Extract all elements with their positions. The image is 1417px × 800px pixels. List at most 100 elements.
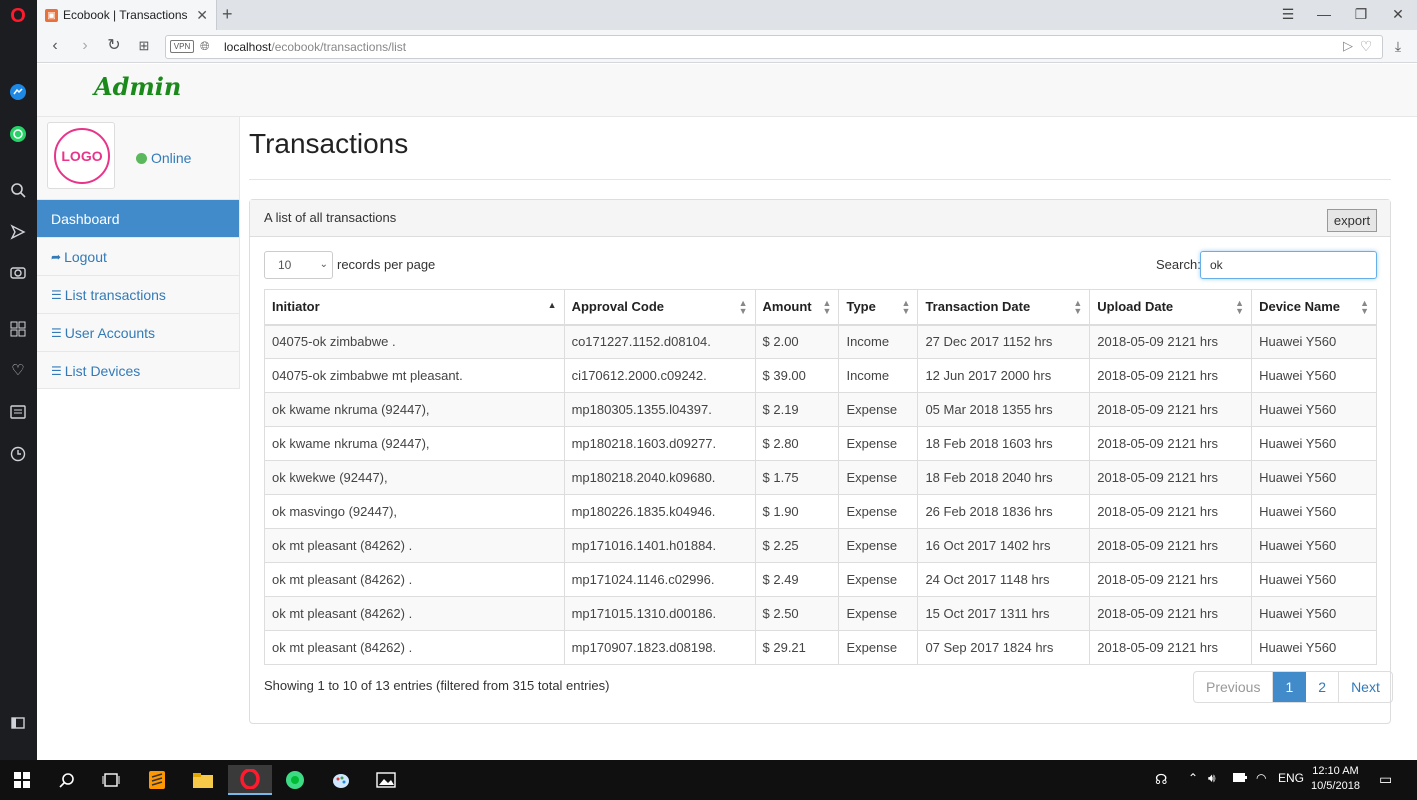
status-label: Online <box>151 150 192 166</box>
sidebar-item-logout[interactable]: ➦ Logout <box>37 237 239 275</box>
camera-icon[interactable] <box>8 262 28 282</box>
file-explorer-icon[interactable] <box>188 765 218 795</box>
vpn-badge[interactable]: VPN <box>170 40 194 53</box>
column-header-transaction-date[interactable]: Transaction Date ▲ ▼ <box>917 289 1091 326</box>
notifications-icon[interactable]: ▭ <box>1379 771 1392 788</box>
table-row[interactable]: ok mt pleasant (84262) . mp171016.1401.h0… <box>264 528 1377 563</box>
column-header-amount[interactable]: Amount ▲ ▼ <box>754 289 840 326</box>
forward-icon[interactable]: › <box>75 36 95 56</box>
sidebar-item-list-devices[interactable]: ☰ List Devices <box>37 351 239 389</box>
messenger-icon[interactable] <box>8 82 28 102</box>
table-cell: ci170612.2000.c09242. <box>563 358 756 393</box>
table-row[interactable]: ok masvingo (92447), mp180226.1835.k04946… <box>264 494 1377 529</box>
online-status: Online <box>136 150 191 166</box>
news-icon[interactable] <box>8 402 28 422</box>
table-cell: co171227.1152.d08104. <box>563 324 756 359</box>
column-header-label: Type <box>846 299 876 315</box>
table-cell: mp180305.1355.l04397. <box>563 392 756 427</box>
whatsapp-icon[interactable] <box>8 124 28 144</box>
table-cell: 05 Mar 2018 1355 hrs <box>917 392 1091 427</box>
tab-close-icon[interactable]: ✕ <box>196 7 208 24</box>
table-cell: $ 1.90 <box>754 494 840 529</box>
clock[interactable]: 12:10 AM 10/5/2018 <box>1311 764 1360 794</box>
photos-icon[interactable] <box>371 765 401 795</box>
restore-icon[interactable]: ❐ <box>1351 4 1371 24</box>
table-cell: 26 Feb 2018 1836 hrs <box>917 494 1091 529</box>
send-icon[interactable] <box>8 222 28 242</box>
previous-page-button[interactable]: Previous <box>1194 672 1274 702</box>
table-row[interactable]: ok kwame nkruma (92447), mp180305.1355.l0… <box>264 392 1377 427</box>
opera-taskbar-icon[interactable] <box>228 765 272 795</box>
table-cell: Huawei Y560 <box>1251 630 1377 665</box>
tabs-grid-icon[interactable]: ⊞ <box>134 36 154 56</box>
tab-menu-icon[interactable]: ☰ <box>1278 4 1298 24</box>
sidebar-item-dashboard[interactable]: Dashboard <box>37 199 239 237</box>
table-row[interactable]: 04075-ok zimbabwe . co171227.1152.d08104.… <box>264 324 1377 359</box>
minimize-icon[interactable]: — <box>1314 4 1334 24</box>
column-header-initiator[interactable]: Initiator ▲ <box>264 289 565 326</box>
table-cell: ok mt pleasant (84262) . <box>264 562 565 597</box>
sidebar-item-list-transactions[interactable]: ☰ List transactions <box>37 275 239 313</box>
back-icon[interactable]: ‹ <box>45 36 65 56</box>
table-cell: 24 Oct 2017 1148 hrs <box>917 562 1091 597</box>
url-text[interactable]: localhost/ecobook/transactions/list <box>224 40 406 54</box>
table-row[interactable]: ok kwame nkruma (92447), mp180218.1603.d0… <box>264 426 1377 461</box>
page-2-button[interactable]: 2 <box>1306 672 1340 702</box>
brand[interactable]: Admin <box>94 72 181 101</box>
sidebar-toggle-icon[interactable] <box>8 713 28 733</box>
table-cell: 2018-05-09 2121 hrs <box>1089 562 1253 597</box>
people-icon[interactable]: ☊ <box>1155 771 1167 788</box>
column-header-upload-date[interactable]: Upload Date ▲ ▼ <box>1089 289 1253 326</box>
sort-icon: ▲ ▼ <box>901 298 911 316</box>
windows-start-icon[interactable] <box>7 765 37 795</box>
sidebar-item-user-accounts[interactable]: ☰ User Accounts <box>37 313 239 351</box>
table-row[interactable]: ok mt pleasant (84262) . mp171015.1310.d0… <box>264 596 1377 631</box>
speed-dial-icon[interactable] <box>8 319 28 339</box>
snap-icon[interactable]: ▷ <box>1338 36 1358 56</box>
search-icon[interactable] <box>8 180 28 200</box>
close-window-icon[interactable]: ✕ <box>1388 4 1408 24</box>
column-header-type[interactable]: Type ▲ ▼ <box>838 289 919 326</box>
heart-icon[interactable]: ♡ <box>8 360 28 380</box>
volume-icon[interactable]: 🔊︎ <box>1208 771 1216 786</box>
next-page-button[interactable]: Next <box>1339 672 1392 702</box>
paint-icon[interactable] <box>326 765 356 795</box>
column-header-label: Device Name <box>1259 299 1341 315</box>
taskbar-search-icon[interactable] <box>52 765 82 795</box>
android-studio-icon[interactable] <box>280 765 310 795</box>
table-cell: $ 2.19 <box>754 392 840 427</box>
language-indicator[interactable]: ENG <box>1278 771 1304 785</box>
history-icon[interactable] <box>8 444 28 464</box>
table-row[interactable]: 04075-ok zimbabwe mt pleasant. ci170612.2… <box>264 358 1377 393</box>
bookmark-heart-icon[interactable]: ♡ <box>1356 36 1376 56</box>
table-cell: 2018-05-09 2121 hrs <box>1089 596 1253 631</box>
page-1-button[interactable]: 1 <box>1273 672 1307 702</box>
task-view-icon[interactable] <box>96 765 126 795</box>
table-row[interactable]: ok mt pleasant (84262) . mp170907.1823.d0… <box>264 630 1377 665</box>
column-header-approval-code[interactable]: Approval Code ▲ ▼ <box>563 289 756 326</box>
table-row[interactable]: ok mt pleasant (84262) . mp171024.1146.c0… <box>264 562 1377 597</box>
new-tab-button[interactable]: + <box>222 4 240 24</box>
table-cell: ok kwame nkruma (92447), <box>264 426 565 461</box>
opera-logo-icon[interactable]: O <box>8 5 28 27</box>
column-header-device-name[interactable]: Device Name ▲ ▼ <box>1251 289 1377 326</box>
export-button[interactable]: export <box>1327 209 1377 232</box>
table-row[interactable]: ok kwekwe (92447), mp180218.2040.k09680. $… <box>264 460 1377 495</box>
table-cell: 2018-05-09 2121 hrs <box>1089 358 1253 393</box>
search-input[interactable]: ok <box>1200 251 1377 279</box>
table-cell: $ 2.00 <box>754 324 840 359</box>
download-icon[interactable]: ⤓ <box>1388 36 1408 56</box>
wifi-icon[interactable]: ◠ <box>1256 771 1266 785</box>
table-cell: 27 Dec 2017 1152 hrs <box>917 324 1091 359</box>
battery-icon[interactable] <box>1233 771 1247 785</box>
browser-tab[interactable]: ▣ Ecobook | Transactions ✕ <box>37 0 217 30</box>
records-per-page-select[interactable]: 10 ⌄ <box>264 251 333 279</box>
transactions-table: Initiator ▲ Approval Code ▲ ▼ Amount ▲ ▼ Type… <box>264 289 1377 665</box>
sidebar-item-label: User Accounts <box>64 324 156 341</box>
opera-sidebar: O ♡ <box>0 0 37 760</box>
reload-icon[interactable]: ↻ <box>104 36 124 56</box>
sublime-text-icon[interactable] <box>142 765 172 795</box>
tray-chevron-icon[interactable]: ⌃ <box>1188 771 1198 785</box>
logo: LOGO <box>54 128 110 184</box>
logout-icon: ➦ <box>51 249 62 264</box>
